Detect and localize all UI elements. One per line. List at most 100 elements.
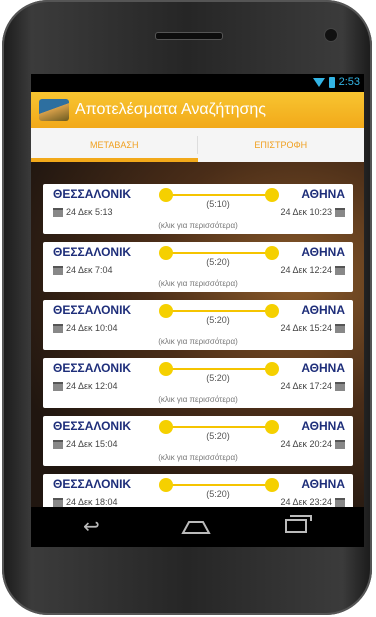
destination-dot-icon (265, 246, 279, 260)
trip-duration: (5:20) (206, 431, 230, 441)
calendar-icon (335, 323, 345, 333)
origin-dot-icon (159, 188, 173, 202)
more-info-link[interactable]: (κλικ για περισσότερα) (43, 221, 353, 230)
route-line (163, 484, 273, 486)
destination-dot-icon (265, 420, 279, 434)
destination-station: ΑΘΗΝΑ (301, 419, 345, 433)
arrival-label: 24 Δεκ 15:24 (280, 323, 332, 333)
origin-station: ΘΕΣΣΑΛΟΝΙΚ (53, 245, 132, 259)
more-info-link[interactable]: (κλικ για περισσότερα) (43, 453, 353, 462)
destination-station: ΑΘΗΝΑ (301, 245, 345, 259)
more-info-link[interactable]: (κλικ για περισσότερα) (43, 279, 353, 288)
destination-station: ΑΘΗΝΑ (301, 361, 345, 375)
arrival-label: 24 Δεκ 23:24 (280, 497, 332, 507)
result-card[interactable]: ΘΕΣΣΑΛΟΝΙΚ ΑΘΗΝΑ (5:20) 24 Δεκ 10:04 24 … (43, 300, 353, 350)
arrival-label: 24 Δεκ 17:24 (280, 381, 332, 391)
trip-duration: (5:10) (206, 199, 230, 209)
front-camera (324, 28, 338, 42)
calendar-icon (53, 497, 63, 507)
arrival-time: 24 Δεκ 20:24 (280, 439, 345, 449)
origin-station: ΘΕΣΣΑΛΟΝΙΚ (53, 303, 132, 317)
home-icon[interactable] (181, 520, 211, 534)
departure-time: 24 Δεκ 7:04 (53, 265, 113, 275)
calendar-icon (53, 265, 63, 275)
speaker-grille (155, 32, 223, 40)
route-line (163, 252, 273, 254)
origin-dot-icon (159, 362, 173, 376)
origin-dot-icon (159, 246, 173, 260)
arrival-label: 24 Δεκ 12:24 (280, 265, 332, 275)
calendar-icon (53, 439, 63, 449)
arrival-label: 24 Δεκ 10:23 (280, 207, 332, 217)
battery-icon (328, 76, 335, 88)
calendar-icon (335, 381, 345, 391)
back-icon[interactable]: ↩ (83, 517, 100, 537)
route-line (163, 426, 273, 428)
departure-label: 24 Δεκ 12:04 (66, 381, 118, 391)
departure-label: 24 Δεκ 18:04 (66, 497, 118, 507)
result-card[interactable]: ΘΕΣΣΑΛΟΝΙΚ ΑΘΗΝΑ (5:20) 24 Δεκ 15:04 24 … (43, 416, 353, 466)
departure-time: 24 Δεκ 15:04 (53, 439, 118, 449)
destination-station: ΑΘΗΝΑ (301, 187, 345, 201)
route-line (163, 194, 273, 196)
destination-dot-icon (265, 188, 279, 202)
trip-duration: (5:20) (206, 315, 230, 325)
origin-station: ΘΕΣΣΑΛΟΝΙΚ (53, 361, 132, 375)
calendar-icon (335, 207, 345, 217)
destination-dot-icon (265, 478, 279, 492)
departure-time: 24 Δεκ 18:04 (53, 497, 118, 507)
action-bar: Αποτελέσματα Αναζήτησης (31, 92, 364, 128)
calendar-icon (53, 323, 63, 333)
departure-label: 24 Δεκ 10:04 (66, 323, 118, 333)
departure-label: 24 Δεκ 7:04 (66, 265, 113, 275)
departure-time: 24 Δεκ 10:04 (53, 323, 118, 333)
arrival-time: 24 Δεκ 23:24 (280, 497, 345, 507)
more-info-link[interactable]: (κλικ για περισσότερα) (43, 337, 353, 346)
origin-dot-icon (159, 304, 173, 318)
more-info-link[interactable]: (κλικ για περισσότερα) (43, 395, 353, 404)
recent-apps-icon[interactable] (285, 515, 312, 533)
result-card[interactable]: ΘΕΣΣΑΛΟΝΙΚ ΑΘΗΝΑ (5:10) 24 Δεκ 5:13 24 Δ… (43, 184, 353, 234)
arrival-time: 24 Δεκ 15:24 (280, 323, 345, 333)
departure-label: 24 Δεκ 15:04 (66, 439, 118, 449)
arrival-time: 24 Δεκ 10:23 (280, 207, 345, 217)
trip-duration: (5:20) (206, 257, 230, 267)
tab-return[interactable]: ΕΠΙΣΤΡΟΦΗ (198, 128, 365, 162)
departure-label: 24 Δεκ 5:13 (66, 207, 113, 217)
origin-station: ΘΕΣΣΑΛΟΝΙΚ (53, 419, 132, 433)
departure-time: 24 Δεκ 12:04 (53, 381, 118, 391)
destination-station: ΑΘΗΝΑ (301, 303, 345, 317)
screen: 2:53 Αποτελέσματα Αναζήτησης ΜΕΤΑΒΑΣΗ ΕΠ… (31, 74, 364, 547)
destination-dot-icon (265, 304, 279, 318)
calendar-icon (53, 207, 63, 217)
status-bar: 2:53 (31, 74, 364, 92)
tab-departure[interactable]: ΜΕΤΑΒΑΣΗ (31, 128, 198, 162)
origin-station: ΘΕΣΣΑΛΟΝΙΚ (53, 187, 132, 201)
destination-station: ΑΘΗΝΑ (301, 477, 345, 491)
arrival-time: 24 Δεκ 12:24 (280, 265, 345, 275)
tab-bar: ΜΕΤΑΒΑΣΗ ΕΠΙΣΤΡΟΦΗ (31, 128, 364, 162)
origin-dot-icon (159, 420, 173, 434)
tab-divider (197, 136, 198, 154)
calendar-icon (335, 497, 345, 507)
calendar-icon (335, 265, 345, 275)
result-card[interactable]: ΘΕΣΣΑΛΟΝΙΚ ΑΘΗΝΑ (5:20) 24 Δεκ 12:04 24 … (43, 358, 353, 408)
route-line (163, 368, 273, 370)
calendar-icon (335, 439, 345, 449)
calendar-icon (53, 381, 63, 391)
departure-time: 24 Δεκ 5:13 (53, 207, 113, 217)
navigation-bar: ↩ (31, 507, 364, 547)
route-line (163, 310, 273, 312)
phone-frame: 2:53 Αποτελέσματα Αναζήτησης ΜΕΤΑΒΑΣΗ ΕΠ… (2, 0, 372, 615)
status-time: 2:53 (338, 76, 360, 88)
origin-station: ΘΕΣΣΑΛΟΝΙΚ (53, 477, 132, 491)
wifi-icon (312, 77, 325, 87)
destination-dot-icon (265, 362, 279, 376)
origin-dot-icon (159, 478, 173, 492)
app-logo-icon[interactable] (39, 99, 69, 121)
result-card[interactable]: ΘΕΣΣΑΛΟΝΙΚ ΑΘΗΝΑ (5:20) 24 Δεκ 7:04 24 Δ… (43, 242, 353, 292)
trip-duration: (5:20) (206, 373, 230, 383)
arrival-label: 24 Δεκ 20:24 (280, 439, 332, 449)
arrival-time: 24 Δεκ 17:24 (280, 381, 345, 391)
trip-duration: (5:20) (206, 489, 230, 499)
